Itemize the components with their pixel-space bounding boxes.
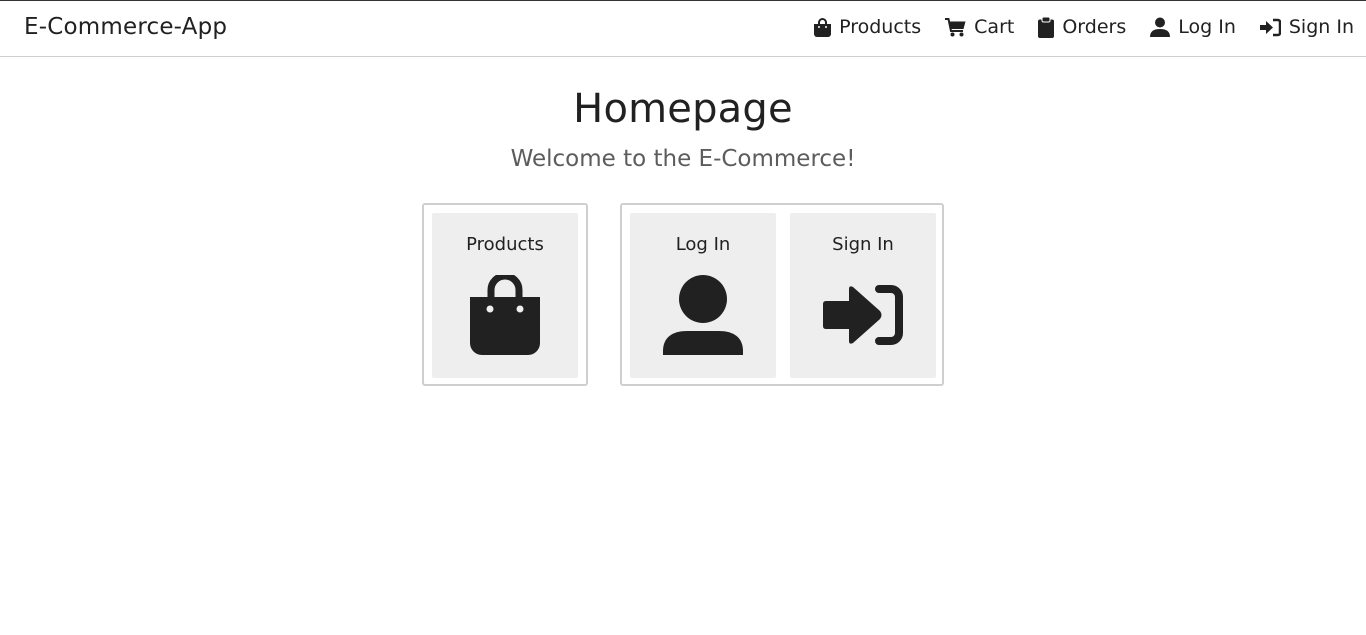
page-subtitle: Welcome to the E-Commerce! — [510, 146, 856, 172]
brand-link[interactable]: E-Commerce-App — [24, 14, 227, 40]
nav-link-cart[interactable]: Cart — [945, 16, 1014, 38]
nav-link-label: Orders — [1062, 16, 1127, 38]
account-card-group: Log In Sign In — [620, 203, 944, 386]
sign-in-icon — [790, 283, 936, 347]
nav-link-label: Products — [839, 16, 922, 38]
user-icon — [1150, 17, 1171, 37]
nav-link-orders[interactable]: Orders — [1038, 16, 1126, 38]
products-card-group: Products — [422, 203, 588, 386]
shopping-bag-icon — [814, 17, 832, 37]
nav-link-label: Cart — [974, 16, 1015, 38]
clipboard-icon — [1038, 16, 1055, 38]
user-icon — [630, 275, 776, 355]
signin-card[interactable]: Sign In — [790, 213, 936, 378]
nav-link-label: Log In — [1178, 16, 1236, 38]
nav-link-products[interactable]: Products — [814, 16, 921, 38]
login-card[interactable]: Log In — [630, 213, 776, 378]
nav-link-login[interactable]: Log In — [1150, 16, 1236, 38]
login-card-label: Log In — [675, 234, 731, 255]
shopping-cart-icon — [945, 17, 966, 37]
nav-links: Products Cart Orders Log In Sign In — [814, 16, 1354, 38]
shopping-bag-icon — [432, 275, 578, 355]
navbar: E-Commerce-App Products Cart Orders Log … — [0, 0, 1366, 57]
sign-in-icon — [1259, 18, 1281, 37]
products-card[interactable]: Products — [432, 213, 578, 378]
nav-link-signin[interactable]: Sign In — [1259, 16, 1354, 38]
nav-link-label: Sign In — [1288, 16, 1354, 38]
signin-card-label: Sign In — [832, 234, 894, 255]
page-title: Homepage — [573, 86, 793, 132]
products-card-label: Products — [466, 234, 544, 255]
